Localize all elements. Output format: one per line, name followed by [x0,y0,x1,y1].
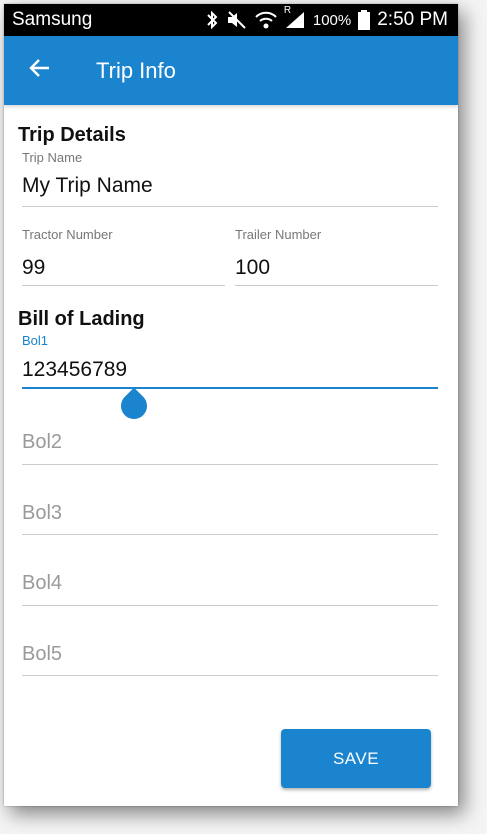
bol4-field[interactable]: Bol4 [22,572,438,606]
bol3-underline [22,534,438,535]
app-bar: Trip Info [4,36,458,105]
status-icons: R 100% 2:50 PM [205,5,448,31]
bol1-value[interactable]: 123456789 [22,358,438,382]
carrier-name: Samsung [12,9,93,30]
phone-screen: Samsung R 100% 2:50 PM Trip Info Trip De… [4,4,458,806]
trip-name-field[interactable]: Trip Name My Trip Name [22,150,438,207]
bol2-placeholder: Bol2 [22,431,63,453]
save-button-label: SAVE [332,748,380,768]
bol4-placeholder: Bol4 [22,572,63,594]
trailer-number-label: Trailer Number [235,227,322,242]
bol1-label: Bol1 [22,333,49,348]
bol1-focus-underline [22,387,438,389]
trailer-number-underline [235,285,438,286]
roaming-indicator: R [283,5,292,16]
back-button[interactable] [26,57,54,85]
trip-name-value[interactable]: My Trip Name [22,174,438,198]
bill-of-lading-heading: Bill of Lading [18,308,145,330]
bluetooth-icon [205,10,219,30]
battery-icon [358,10,371,30]
bol5-field[interactable]: Bol5 [22,643,438,676]
save-button[interactable]: SAVE [281,729,431,788]
page-title: Trip Info [96,57,176,83]
signal-icon: R [284,5,306,29]
mute-icon [226,10,248,30]
tractor-number-field[interactable]: Tractor Number 99 [22,227,225,286]
bol5-underline [22,675,438,676]
battery-percent: 100% [312,11,352,29]
bol1-field[interactable]: Bol1 123456789 [22,333,438,389]
bol2-field[interactable]: Bol2 [22,431,438,465]
clock: 2:50 PM [377,9,448,30]
bol2-underline [22,464,438,465]
bol4-underline [22,605,438,606]
trailer-number-field[interactable]: Trailer Number 100 [235,227,438,286]
trip-name-underline [22,206,438,207]
arrow-left-icon [29,58,51,83]
text-cursor-handle[interactable] [115,387,153,425]
bol3-placeholder: Bol3 [22,502,63,524]
tractor-number-value[interactable]: 99 [22,256,225,280]
tractor-number-label: Tractor Number [22,227,113,242]
trailer-number-value[interactable]: 100 [235,256,438,280]
trip-details-heading: Trip Details [18,124,126,146]
tractor-number-underline [22,285,225,286]
status-bar: Samsung R 100% 2:50 PM [4,4,458,36]
bol5-placeholder: Bol5 [22,643,63,665]
wifi-icon [255,11,277,29]
bol3-field[interactable]: Bol3 [22,502,438,535]
trip-name-label: Trip Name [22,150,83,165]
